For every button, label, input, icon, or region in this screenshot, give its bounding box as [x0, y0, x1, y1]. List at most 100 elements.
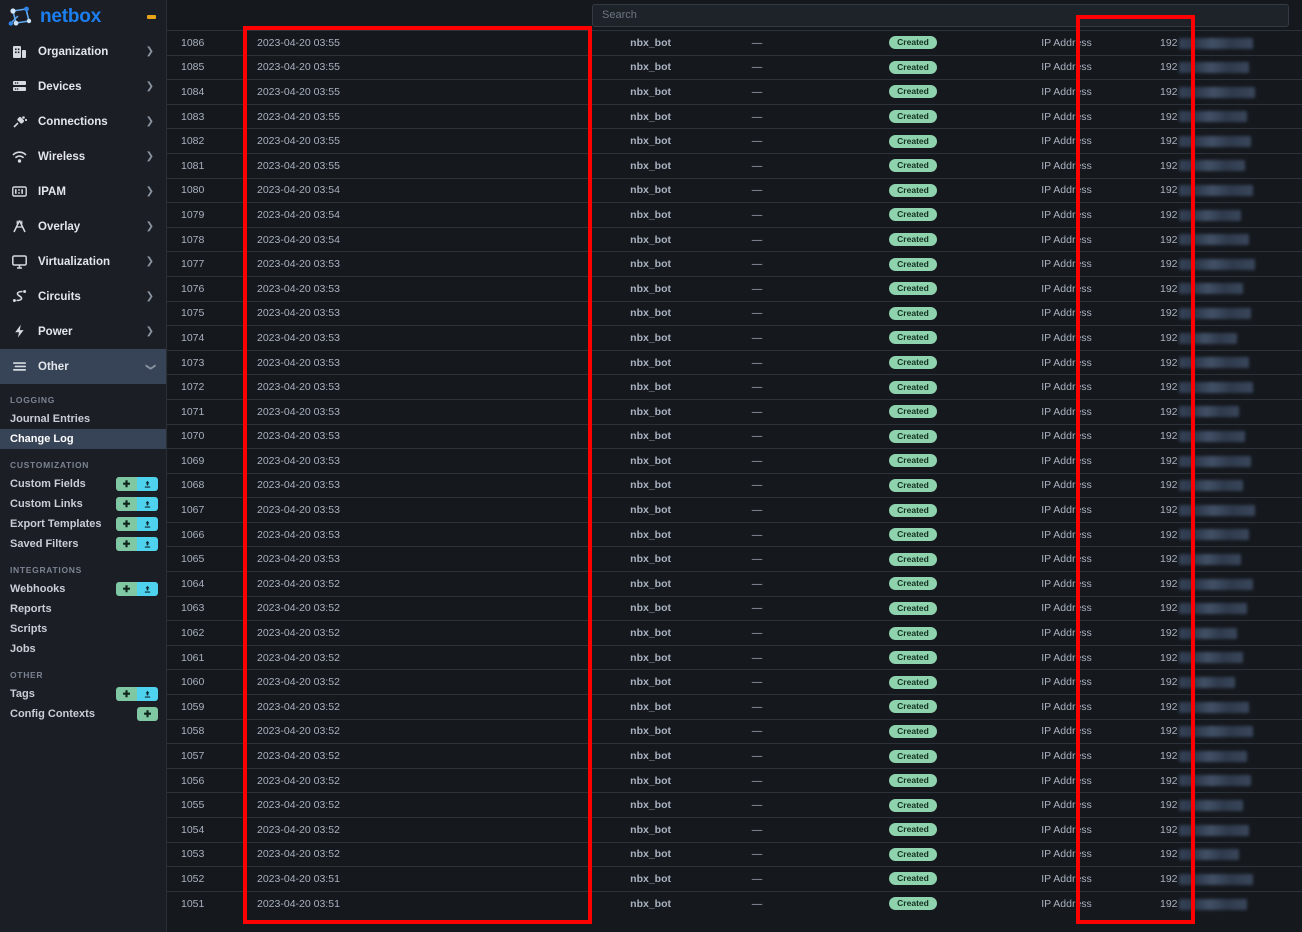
sidebar-item-journal-entries[interactable]: Journal Entries [0, 409, 166, 429]
changelog-object-cell[interactable]: 192 [1144, 571, 1289, 597]
search-input[interactable]: Search [592, 3, 1289, 27]
changelog-object-cell[interactable]: 192 [1144, 448, 1289, 474]
changelog-time-cell[interactable]: 2023-04-20 03:53 [229, 275, 447, 302]
changelog-id-cell[interactable]: 1079 [167, 202, 229, 228]
table-row[interactable]: 1075 2023-04-20 03:53 nbx_bot — Created IP Ad… [167, 300, 1302, 326]
changelog-id-cell[interactable]: 1062 [167, 620, 229, 646]
changelog-id-cell[interactable]: 1083 [167, 103, 229, 129]
table-row[interactable]: 1086 2023-04-20 03:55 nbx_bot — Created IP Ad… [167, 30, 1302, 56]
import-icon[interactable] [137, 477, 158, 491]
changelog-time-cell[interactable]: 2023-04-20 03:52 [229, 595, 447, 621]
table-row[interactable]: 1054 2023-04-20 03:52 nbx_bot — Created IP Ad… [167, 817, 1302, 843]
changelog-object-cell[interactable]: 192 [1144, 398, 1289, 424]
sidebar-item-custom-fields[interactable]: Custom Fields ✚ [0, 474, 166, 494]
changelog-object-cell[interactable]: 192 [1144, 620, 1289, 646]
changelog-time-cell[interactable]: 2023-04-20 03:52 [229, 571, 447, 597]
changelog-time-cell[interactable]: 2023-04-20 03:53 [229, 423, 447, 449]
changelog-id-cell[interactable]: 1085 [167, 54, 229, 80]
changelog-id-cell[interactable]: 1084 [167, 79, 229, 105]
table-row[interactable]: 1080 2023-04-20 03:54 nbx_bot — Created IP Ad… [167, 177, 1302, 203]
table-row[interactable]: 1065 2023-04-20 03:53 nbx_bot — Created IP Ad… [167, 546, 1302, 572]
changelog-object-cell[interactable]: 192 [1144, 546, 1289, 572]
sidebar-item-custom-links[interactable]: Custom Links ✚ [0, 494, 166, 514]
changelog-object-cell[interactable]: 192 [1144, 79, 1289, 105]
plus-icon[interactable]: ✚ [137, 707, 158, 721]
changelog-id-cell[interactable]: 1052 [167, 866, 229, 892]
changelog-time-cell[interactable]: 2023-04-20 03:53 [229, 398, 447, 424]
changelog-object-cell[interactable]: 192 [1144, 300, 1289, 326]
changelog-id-cell[interactable]: 1057 [167, 743, 229, 769]
changelog-time-cell[interactable]: 2023-04-20 03:53 [229, 374, 447, 400]
changelog-time-cell[interactable]: 2023-04-20 03:54 [229, 226, 447, 252]
sidebar-item-tags[interactable]: Tags ✚ [0, 684, 166, 704]
changelog-time-cell[interactable]: 2023-04-20 03:52 [229, 694, 447, 720]
changelog-object-cell[interactable]: 192 [1144, 644, 1289, 670]
sidebar-group-organization[interactable]: Organization ❯ [0, 34, 166, 69]
table-row[interactable]: 1067 2023-04-20 03:53 nbx_bot — Created IP Ad… [167, 497, 1302, 523]
sidebar-group-overlay[interactable]: Overlay ❯ [0, 209, 166, 244]
table-row[interactable]: 1071 2023-04-20 03:53 nbx_bot — Created IP Ad… [167, 398, 1302, 424]
changelog-object-cell[interactable]: 192 [1144, 792, 1289, 818]
changelog-time-cell[interactable]: 2023-04-20 03:53 [229, 546, 447, 572]
changelog-id-cell[interactable]: 1082 [167, 128, 229, 154]
changelog-object-cell[interactable]: 192 [1144, 202, 1289, 228]
changelog-object-cell[interactable]: 192 [1144, 817, 1289, 843]
changelog-id-cell[interactable]: 1060 [167, 669, 229, 695]
table-row[interactable]: 1059 2023-04-20 03:52 nbx_bot — Created IP Ad… [167, 694, 1302, 720]
import-icon[interactable] [137, 582, 158, 596]
table-row[interactable]: 1051 2023-04-20 03:51 nbx_bot — Created IP Ad… [167, 890, 1302, 916]
table-row[interactable]: 1052 2023-04-20 03:51 nbx_bot — Created IP Ad… [167, 866, 1302, 892]
changelog-time-cell[interactable]: 2023-04-20 03:55 [229, 103, 447, 129]
sidebar-group-ipam[interactable]: IPAM ❯ [0, 174, 166, 209]
table-row[interactable]: 1078 2023-04-20 03:54 nbx_bot — Created IP Ad… [167, 226, 1302, 252]
changelog-time-cell[interactable]: 2023-04-20 03:52 [229, 841, 447, 867]
sidebar-item-config-contexts[interactable]: Config Contexts ✚ [0, 704, 166, 724]
import-icon[interactable] [137, 497, 158, 511]
changelog-id-cell[interactable]: 1061 [167, 644, 229, 670]
table-row[interactable]: 1066 2023-04-20 03:53 nbx_bot — Created IP Ad… [167, 521, 1302, 547]
sidebar-item-saved-filters[interactable]: Saved Filters ✚ [0, 534, 166, 554]
changelog-id-cell[interactable]: 1081 [167, 152, 229, 179]
changelog-id-cell[interactable]: 1064 [167, 571, 229, 597]
sidebar-group-devices[interactable]: Devices ❯ [0, 69, 166, 104]
changelog-time-cell[interactable]: 2023-04-20 03:52 [229, 743, 447, 769]
sidebar-item-reports[interactable]: Reports [0, 599, 166, 619]
changelog-id-cell[interactable]: 1071 [167, 398, 229, 424]
changelog-time-cell[interactable]: 2023-04-20 03:53 [229, 448, 447, 474]
import-icon[interactable] [137, 517, 158, 531]
table-row[interactable]: 1053 2023-04-20 03:52 nbx_bot — Created IP Ad… [167, 841, 1302, 867]
table-row[interactable]: 1061 2023-04-20 03:52 nbx_bot — Created IP Ad… [167, 644, 1302, 670]
sidebar-item-jobs[interactable]: Jobs [0, 639, 166, 659]
changelog-id-cell[interactable]: 1069 [167, 448, 229, 474]
table-row[interactable]: 1084 2023-04-20 03:55 nbx_bot — Created IP Ad… [167, 79, 1302, 105]
changelog-object-cell[interactable]: 192 [1144, 177, 1289, 203]
table-row[interactable]: 1062 2023-04-20 03:52 nbx_bot — Created IP Ad… [167, 620, 1302, 646]
changelog-object-cell[interactable]: 192 [1144, 595, 1289, 621]
changelog-object-cell[interactable]: 192 [1144, 841, 1289, 867]
sidebar-item-webhooks[interactable]: Webhooks ✚ [0, 579, 166, 599]
table-row[interactable]: 1079 2023-04-20 03:54 nbx_bot — Created IP Ad… [167, 202, 1302, 228]
changelog-id-cell[interactable]: 1059 [167, 694, 229, 720]
table-row[interactable]: 1063 2023-04-20 03:52 nbx_bot — Created IP Ad… [167, 595, 1302, 621]
changelog-object-cell[interactable]: 192 [1144, 374, 1289, 400]
changelog-id-cell[interactable]: 1068 [167, 472, 229, 498]
changelog-id-cell[interactable]: 1054 [167, 817, 229, 843]
changelog-object-cell[interactable]: 192 [1144, 54, 1289, 80]
changelog-time-cell[interactable]: 2023-04-20 03:52 [229, 767, 447, 793]
changelog-time-cell[interactable]: 2023-04-20 03:52 [229, 792, 447, 818]
changelog-id-cell[interactable]: 1086 [167, 30, 229, 56]
changelog-time-cell[interactable]: 2023-04-20 03:54 [229, 177, 447, 203]
changelog-object-cell[interactable]: 192 [1144, 349, 1289, 375]
changelog-object-cell[interactable]: 192 [1144, 866, 1289, 892]
import-icon[interactable] [137, 687, 158, 701]
table-row[interactable]: 1070 2023-04-20 03:53 nbx_bot — Created IP Ad… [167, 423, 1302, 449]
changelog-object-cell[interactable]: 192 [1144, 743, 1289, 769]
changelog-id-cell[interactable]: 1075 [167, 300, 229, 326]
changelog-id-cell[interactable]: 1073 [167, 349, 229, 375]
sidebar-group-virtualization[interactable]: Virtualization ❯ [0, 244, 166, 279]
changelog-id-cell[interactable]: 1080 [167, 177, 229, 203]
changelog-time-cell[interactable]: 2023-04-20 03:55 [229, 54, 447, 80]
changelog-id-cell[interactable]: 1076 [167, 275, 229, 302]
changelog-object-cell[interactable]: 192 [1144, 30, 1289, 56]
changelog-object-cell[interactable]: 192 [1144, 694, 1289, 720]
